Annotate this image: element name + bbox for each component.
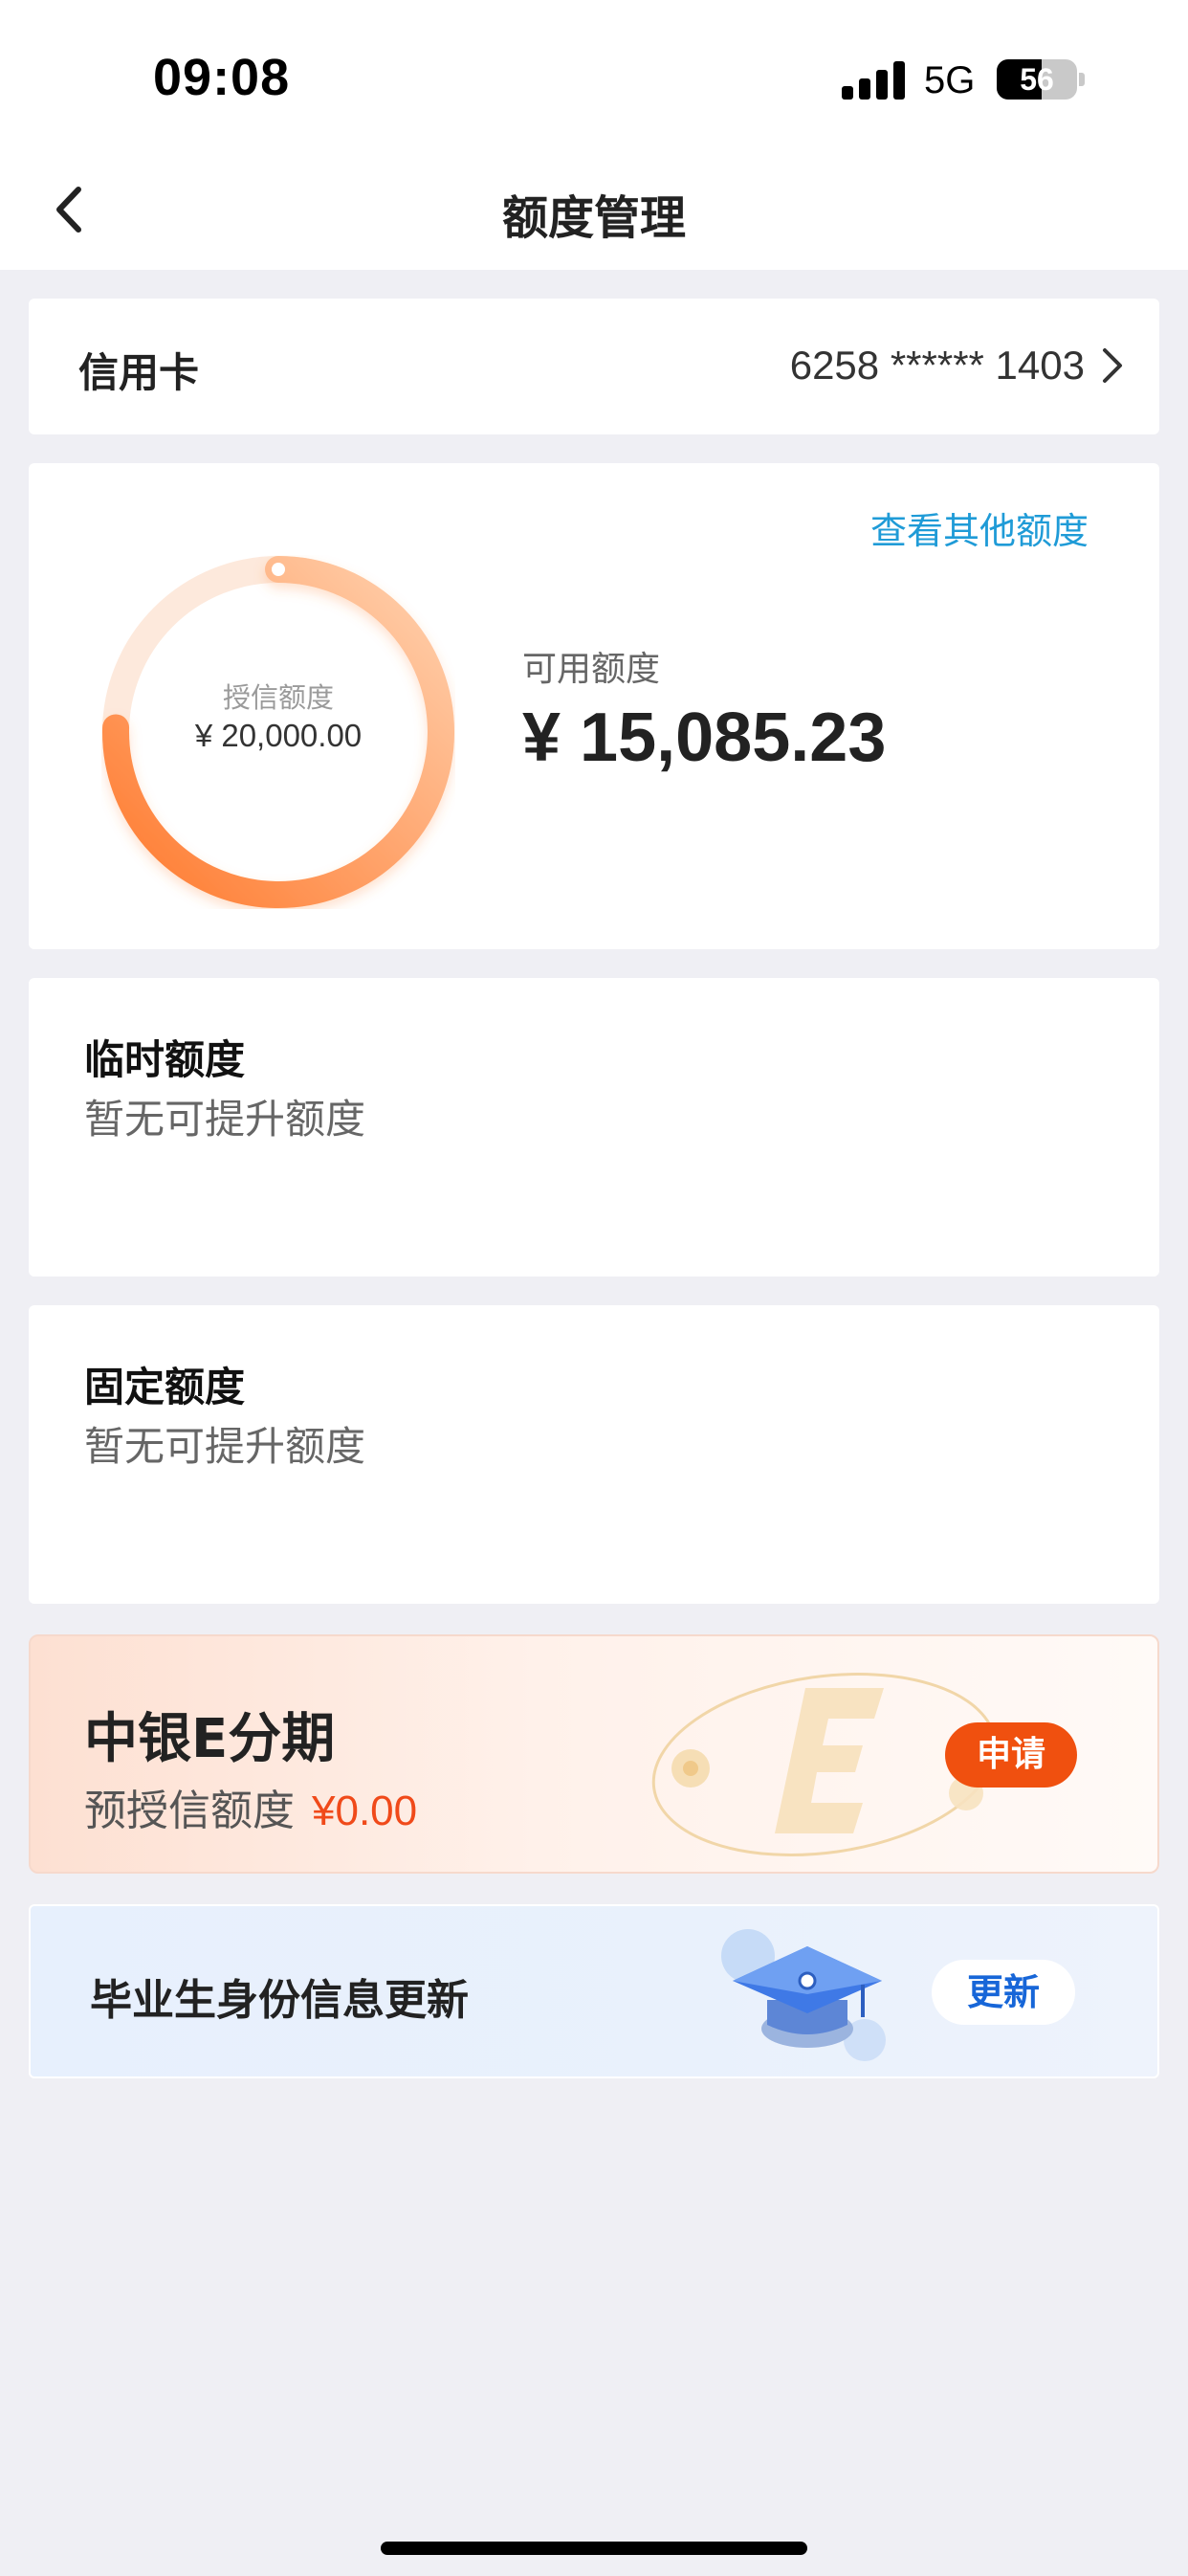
credit-limit-amount: ¥ 20,000.00 xyxy=(194,718,363,753)
view-other-quota-link[interactable]: 查看其他额度 xyxy=(870,501,1089,554)
pre-credit-amount: ¥0.00 xyxy=(312,1788,418,1834)
status-time: 09:08 xyxy=(153,49,291,106)
graduate-info-title: 毕业生身份信息更新 xyxy=(90,1976,469,2025)
chevron-right-icon xyxy=(1103,348,1122,383)
nav-bar: 额度管理 xyxy=(0,153,1188,270)
installment-promo-banner[interactable]: 中银E分期 预授信额度 ¥0.00 申请 xyxy=(29,1634,1159,1874)
available-quota-amount: ¥ 15,085.23 xyxy=(522,700,887,776)
fixed-quota-card[interactable]: 固定额度 暂无可提升额度 xyxy=(29,1305,1159,1604)
fixed-quota-status: 暂无可提升额度 xyxy=(84,1423,366,1470)
promo-subtitle: 预授信额度 ¥0.00 xyxy=(84,1776,417,1837)
battery-icon: 56 xyxy=(997,59,1077,100)
card-number: 6258 ****** 1403 xyxy=(789,343,1085,388)
ring-marker-dot xyxy=(272,563,285,576)
network-type: 5G xyxy=(924,59,976,101)
graduate-info-banner[interactable]: 毕业生身份信息更新 更新 xyxy=(29,1904,1159,2078)
signal-icon xyxy=(842,61,905,100)
promo-title: 中银E分期 xyxy=(84,1708,336,1770)
battery-cap xyxy=(1079,73,1085,86)
credit-limit-label: 授信额度 xyxy=(222,681,334,714)
quota-card: 查看其他额度 授信额度 ¥ 20,000.00 可用额度 ¥ 15,085.23 xyxy=(29,463,1159,949)
apply-button[interactable]: 申请 xyxy=(945,1722,1077,1788)
pre-credit-label: 预授信额度 xyxy=(84,1787,295,1835)
battery-level: 56 xyxy=(1020,62,1054,97)
temporary-quota-card[interactable]: 临时额度 暂无可提升额度 xyxy=(29,978,1159,1277)
status-bar: 09:08 5G 56 xyxy=(0,0,1188,153)
card-type-label: 信用卡 xyxy=(78,349,200,396)
credit-card-row[interactable]: 信用卡 6258 ****** 1403 xyxy=(29,299,1159,434)
temporary-quota-status: 暂无可提升额度 xyxy=(84,1096,366,1143)
available-quota-label: 可用额度 xyxy=(522,650,661,689)
page-title: 额度管理 xyxy=(501,191,686,245)
home-indicator xyxy=(381,2542,807,2555)
graduation-cap-icon xyxy=(721,1929,886,2061)
fixed-quota-title: 固定额度 xyxy=(84,1364,246,1410)
update-button[interactable]: 更新 xyxy=(932,1960,1075,2025)
temporary-quota-title: 临时额度 xyxy=(84,1036,246,1083)
